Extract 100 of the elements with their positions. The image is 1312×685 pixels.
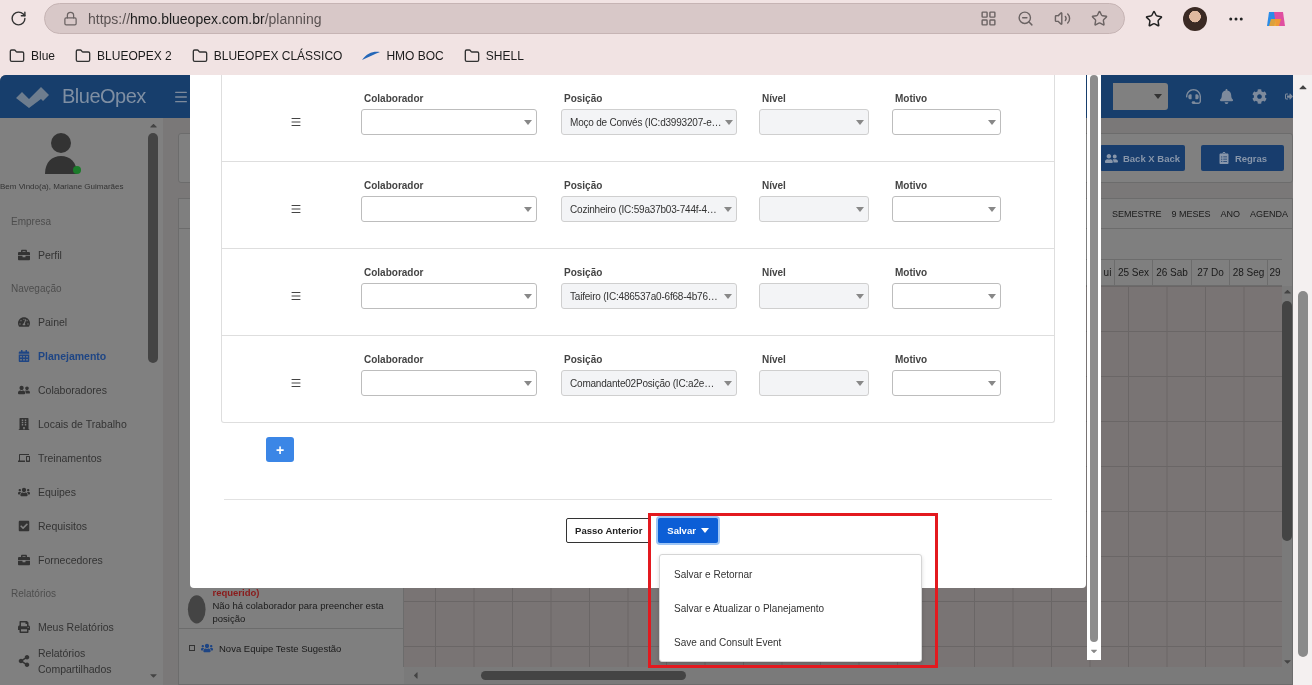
reload-icon[interactable] xyxy=(8,8,28,29)
dropdown-field[interactable] xyxy=(361,196,537,222)
sidebar-item[interactable]: Perfil xyxy=(0,238,146,272)
folder-icon xyxy=(9,48,25,64)
url-text: https://hmo.blueopex.com.br/planning xyxy=(88,10,323,27)
caret-icon xyxy=(856,293,864,299)
period-tab[interactable]: AGENDA xyxy=(1250,208,1288,219)
bookmark[interactable]: HMO BOC xyxy=(362,49,444,63)
wave-icon xyxy=(362,51,381,61)
add-button[interactable]: + xyxy=(266,437,294,462)
devices-icon xyxy=(18,452,30,464)
logo-text: BlueOpex xyxy=(62,85,146,108)
sidebar-item[interactable]: Colaboradores xyxy=(0,373,146,407)
menu-item[interactable]: Salvar e Retornar xyxy=(660,560,921,588)
field-label: Posição xyxy=(563,180,604,191)
collapse-icon[interactable] xyxy=(189,645,195,651)
sidebar-item[interactable]: Meus Relatórios xyxy=(0,610,146,644)
caret-icon xyxy=(724,380,732,386)
profile-avatar[interactable] xyxy=(1183,6,1207,31)
day-header: 25 Sex xyxy=(1114,260,1152,285)
zoom-out-icon[interactable] xyxy=(1017,10,1034,27)
sidebar-item[interactable]: Locais de Trabalho xyxy=(0,407,146,441)
field-label: Colaborador xyxy=(363,267,425,278)
favorites-icon[interactable] xyxy=(1145,9,1163,28)
period-tab[interactable]: SEMESTRE xyxy=(1111,208,1162,219)
field-label: Motivo xyxy=(894,354,929,365)
folder-icon xyxy=(463,48,480,64)
dropdown-field[interactable] xyxy=(361,370,537,396)
sidebar-item[interactable]: Painel xyxy=(0,305,146,339)
briefcase-icon xyxy=(18,249,30,261)
sidebar-item[interactable]: Fornecedores xyxy=(0,543,146,577)
menu-item[interactable]: Save and Consult Event xyxy=(660,628,921,656)
field-label: Nível xyxy=(761,267,787,278)
folder-icon xyxy=(75,48,92,64)
bookmark[interactable]: BLUEOPEX 2 xyxy=(75,48,172,64)
caret-icon xyxy=(724,293,732,299)
headset-icon[interactable] xyxy=(1186,89,1201,104)
day-header: 29 xyxy=(1267,260,1282,285)
share-icon xyxy=(18,655,30,667)
sidebar-item[interactable]: Planejamento xyxy=(0,339,146,373)
caret-icon xyxy=(524,293,532,299)
bell-icon[interactable] xyxy=(1219,89,1234,104)
team-name: Nova Equipe Teste Sugestão xyxy=(219,642,342,654)
star-icon[interactable] xyxy=(1091,10,1108,27)
caret-icon xyxy=(988,380,996,386)
address-bar[interactable]: https://hmo.blueopex.com.br/planning xyxy=(44,3,1125,34)
building-icon xyxy=(18,418,30,430)
period-tab[interactable]: 9 MESES xyxy=(1171,208,1211,219)
field-label: Colaborador xyxy=(363,180,425,191)
group-icon xyxy=(201,642,213,654)
action-button[interactable]: Back X Back xyxy=(1099,145,1185,171)
caret-icon xyxy=(724,206,732,212)
sidebar-item[interactable]: Requisitos xyxy=(0,509,146,543)
day-header: 26 Sab xyxy=(1152,260,1191,285)
field-label: Posição xyxy=(563,354,604,365)
calendar-icon xyxy=(18,350,30,362)
dropdown-field[interactable] xyxy=(361,283,537,309)
field-label: Nível xyxy=(761,354,787,365)
dropdown-field[interactable] xyxy=(892,370,1001,396)
scrollbar-thumb[interactable] xyxy=(1282,301,1292,541)
dropdown-field[interactable] xyxy=(892,283,1001,309)
day-header: 28 Seg xyxy=(1229,260,1267,285)
status-text: requerido) xyxy=(212,586,261,599)
day-header: 27 Do xyxy=(1191,260,1229,285)
field-label: Colaborador xyxy=(363,93,425,104)
caret-icon xyxy=(524,206,532,212)
dashboard-icon xyxy=(18,316,30,328)
caret-icon xyxy=(988,293,996,299)
bookmark[interactable]: BLUEOPEX CLÁSSICO xyxy=(191,48,343,64)
welcome-text: Bem Vindo(a), Mariane Guimarães xyxy=(0,182,125,191)
field-label: Posição xyxy=(563,267,604,278)
grid-icon[interactable] xyxy=(980,10,997,27)
checkbox-icon xyxy=(18,520,30,532)
printer-icon xyxy=(18,621,30,633)
people-icon xyxy=(18,384,30,396)
select-field[interactable] xyxy=(1113,83,1168,110)
speaker-icon[interactable] xyxy=(1054,10,1071,27)
scrollbar-thumb[interactable] xyxy=(148,133,158,363)
dropdown-field[interactable] xyxy=(361,109,537,135)
period-tab[interactable]: ANO xyxy=(1220,208,1240,219)
sidebar-item[interactable]: Relatórios Compartilhados xyxy=(0,644,146,678)
bookmark[interactable]: SHELL xyxy=(463,48,524,64)
scrollbar-thumb[interactable] xyxy=(1297,291,1308,657)
briefcase-icon xyxy=(18,554,30,566)
dropdown-field[interactable] xyxy=(892,196,1001,222)
field-label: Motivo xyxy=(894,180,929,191)
save-button[interactable]: Salvar xyxy=(658,518,718,543)
scrollbar-track[interactable] xyxy=(1090,75,1098,642)
sidebar-item[interactable]: Treinamentos xyxy=(0,441,146,475)
action-button[interactable]: Regras xyxy=(1201,145,1284,171)
settings-icon[interactable] xyxy=(1252,89,1267,104)
caret-icon xyxy=(1154,94,1162,99)
field-label: Posição xyxy=(563,93,604,104)
dropdown-field[interactable] xyxy=(892,109,1001,135)
bookmark[interactable]: Blue xyxy=(9,48,56,64)
scrollbar-thumb[interactable] xyxy=(481,671,686,680)
user-avatar xyxy=(42,132,82,176)
menu-item[interactable]: Salvar e Atualizar o Planejamento xyxy=(660,594,921,622)
field-label: Motivo xyxy=(894,93,929,104)
sidebar-item[interactable]: Equipes xyxy=(0,475,146,509)
